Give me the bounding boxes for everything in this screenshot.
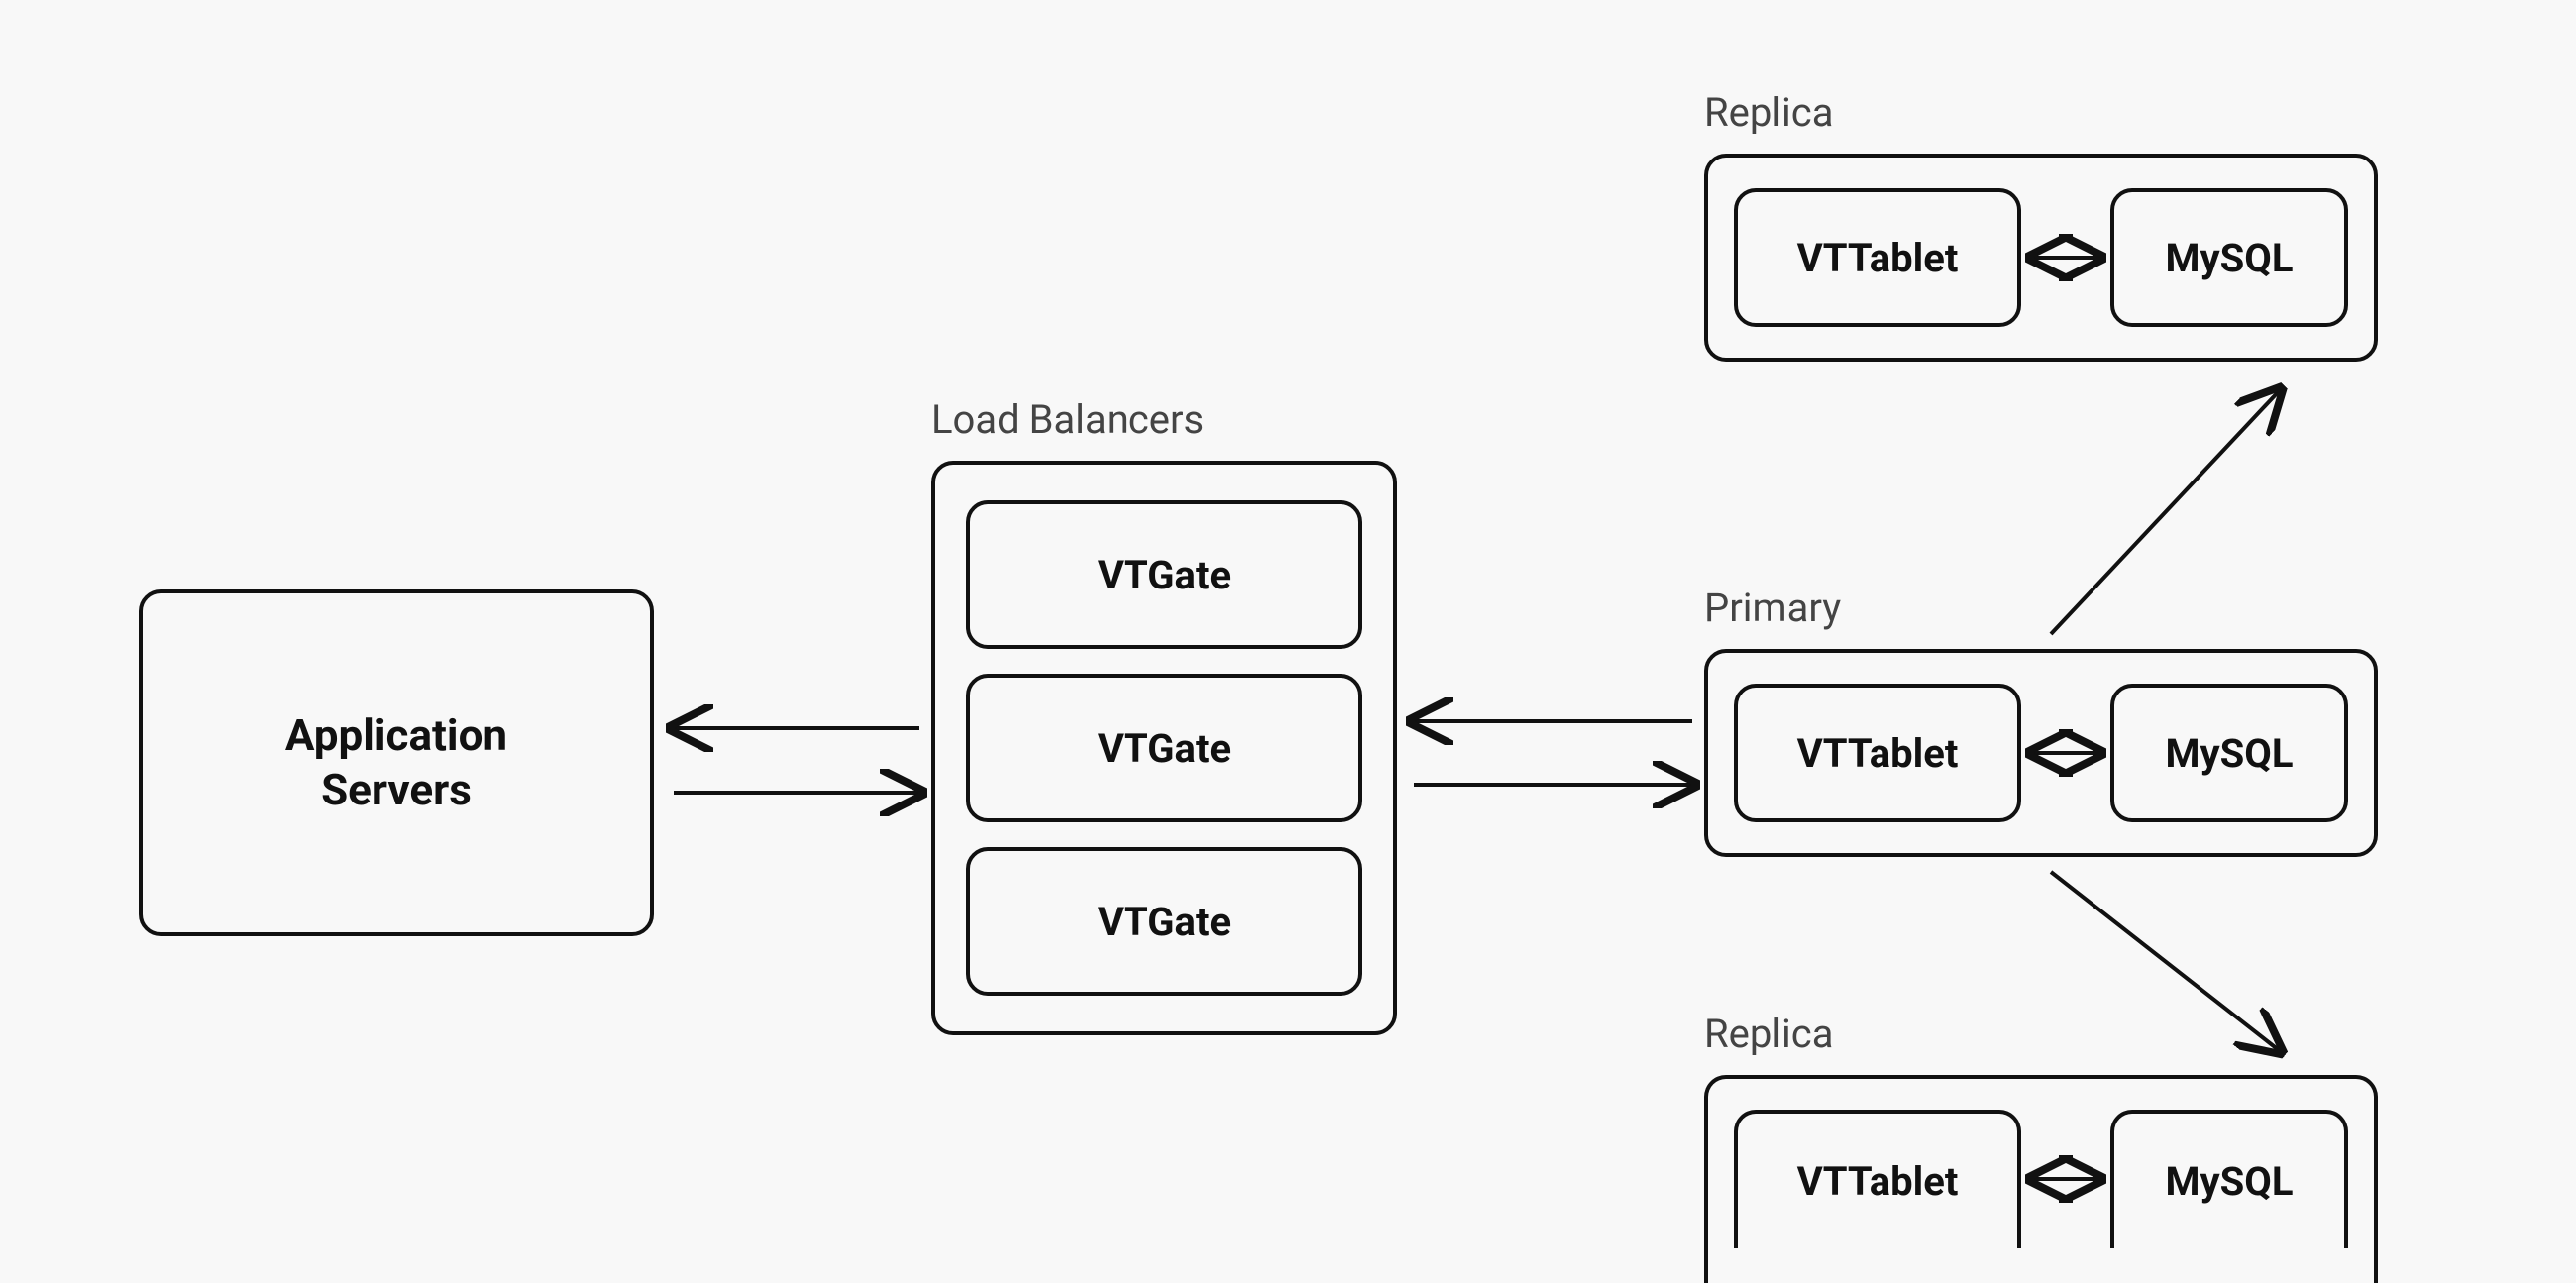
replica-1-title: Replica xyxy=(1704,89,1833,136)
replica-1-db: MySQL xyxy=(2110,188,2348,327)
primary-db-label: MySQL xyxy=(2165,730,2293,777)
vtgate-2: VTGate xyxy=(966,674,1362,822)
load-balancers-title: Load Balancers xyxy=(931,396,1204,443)
vtgate-3-label: VTGate xyxy=(1098,899,1231,945)
arrow-primary-to-replica1 xyxy=(2051,391,2279,634)
replica-1-tablet: VTTablet xyxy=(1734,188,2021,327)
replica-1-db-label: MySQL xyxy=(2165,235,2293,281)
vtgate-1-label: VTGate xyxy=(1098,552,1231,598)
application-servers-label: Application Servers xyxy=(285,708,507,817)
primary-db: MySQL xyxy=(2110,684,2348,822)
replica-1-tablet-label: VTTablet xyxy=(1797,235,1959,281)
vtgate-1: VTGate xyxy=(966,500,1362,649)
primary-tablet-label: VTTablet xyxy=(1797,730,1959,777)
replica-2-tablet: VTTablet xyxy=(1734,1110,2021,1248)
replica-2-db-label: MySQL xyxy=(2165,1158,2293,1205)
replica-2-tablet-label: VTTablet xyxy=(1797,1158,1959,1205)
diagram-canvas: Application Servers Load Balancers VTGat… xyxy=(0,0,2576,1234)
replica-2-title: Replica xyxy=(1704,1011,1833,1057)
primary-tablet: VTTablet xyxy=(1734,684,2021,822)
application-servers-box: Application Servers xyxy=(139,589,654,936)
vtgate-3: VTGate xyxy=(966,847,1362,996)
primary-title: Primary xyxy=(1704,585,1841,631)
arrow-primary-to-replica2 xyxy=(2051,872,2279,1050)
vtgate-2-label: VTGate xyxy=(1098,725,1231,772)
replica-2-db: MySQL xyxy=(2110,1110,2348,1248)
